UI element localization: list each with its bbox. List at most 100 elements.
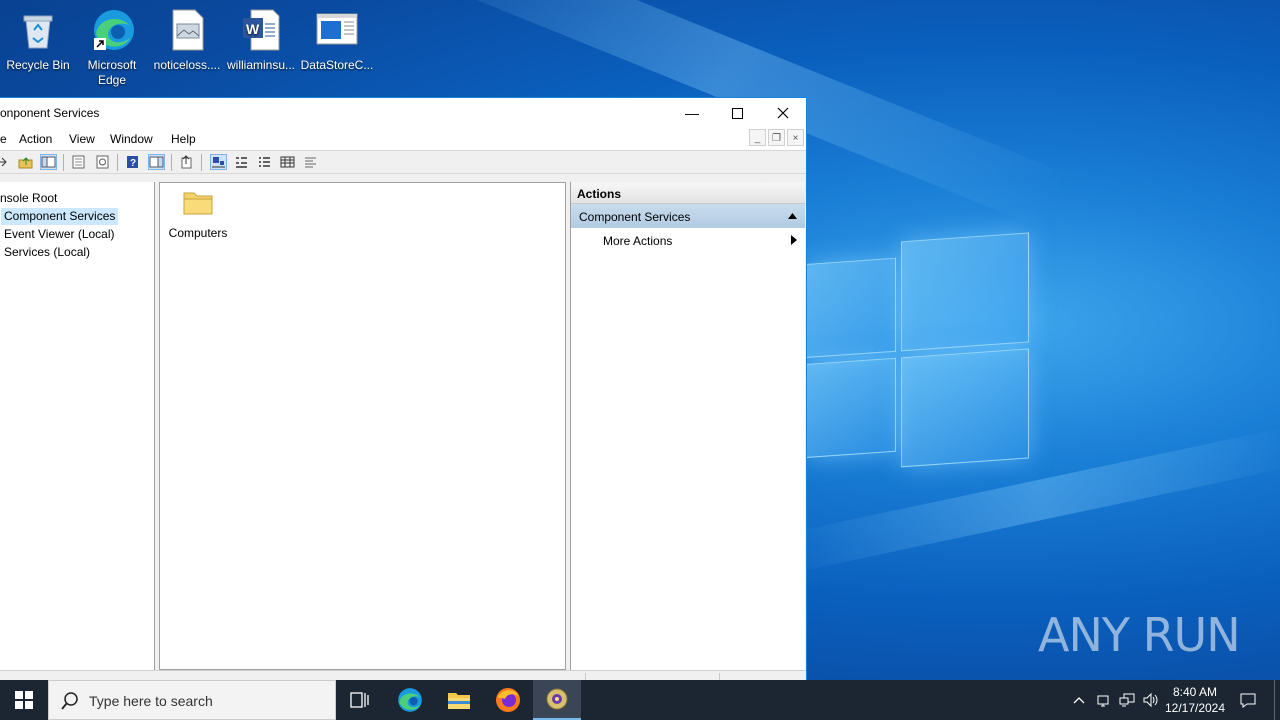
datastore-desktop-icon[interactable]: DataStoreC... [299,4,375,73]
properties-icon [72,155,85,169]
tree-item-console-root[interactable]: nsole Root [0,190,60,207]
icon-label: williaminsu... [226,58,295,72]
help-icon: ? [127,156,138,169]
mdi-restore-button[interactable]: ❐ [768,129,785,146]
taskbar-component-services[interactable] [533,680,581,720]
search-placeholder: Type here to search [89,693,213,709]
help-button[interactable]: ? [124,154,141,170]
component-services-window[interactable]: onponent Services — e Action View Window… [0,97,807,691]
large-icons-icon [212,157,225,168]
folder-up-icon [18,157,33,169]
show-hide-action-pane-button[interactable] [148,154,165,170]
chevron-up-icon [1073,697,1085,704]
mdi-controls: _ ❐ × [749,129,804,146]
windows-logo-wallpaper [806,224,1030,480]
anyrun-watermark: ANY RUN [1038,608,1241,662]
computers-item[interactable]: Computers [166,187,230,240]
action-center-button[interactable] [1234,680,1262,720]
collapse-arrow-icon [788,213,797,219]
williaminsu-desktop-icon[interactable]: W williaminsu... [223,4,299,73]
recycle-bin-icon [16,8,60,52]
taskbar-file-explorer[interactable] [435,680,483,720]
minimize-icon: — [685,105,699,121]
tree-pane-icon [41,156,56,168]
menu-bar: e Action View Window Help _ ❐ × [0,128,806,150]
menu-window[interactable]: Window [110,132,153,146]
word-document-icon: W [239,8,283,52]
export-list-button[interactable] [178,154,195,170]
actions-section-component-services[interactable]: Component Services [571,204,805,228]
tree-item-component-services[interactable]: Component Services [1,208,119,225]
notification-icon [1240,693,1256,708]
volume-button[interactable] [1140,680,1162,720]
menu-help[interactable]: Help [171,132,196,146]
refresh-icon [96,155,109,169]
maximize-button[interactable] [714,98,760,128]
icon-label: Microsoft Edge [87,58,137,87]
windows-start-icon [15,691,33,709]
task-view-button[interactable] [336,680,384,720]
list-view-button[interactable] [256,154,273,170]
details-icon [280,156,295,168]
network-button[interactable] [1116,680,1138,720]
start-button[interactable] [0,680,48,720]
small-icons-icon [236,157,247,168]
component-services-icon [546,688,568,710]
title-bar[interactable]: onponent Services — [0,98,806,128]
maximize-icon [731,107,743,119]
properties-button[interactable] [70,154,87,170]
svg-text:?: ? [130,158,136,169]
device-icon [1097,695,1109,707]
menu-file[interactable]: e [0,132,7,146]
noticeloss-desktop-icon[interactable]: noticeloss.... [149,4,225,73]
export-icon [181,155,192,169]
console-body: nsole Root Component Services Event View… [0,182,806,670]
taskbar: Type here to search 8:40 AM 12/17/2024 [0,680,1280,720]
computers-label: Computers [168,226,228,240]
show-hidden-icons-button[interactable] [1068,680,1090,720]
submenu-arrow-icon [791,235,797,245]
small-icons-view-button[interactable] [233,154,250,170]
mdi-minimize-button[interactable]: _ [749,129,766,146]
large-icons-view-button[interactable] [210,154,227,170]
console-tree: nsole Root Component Services Event View… [0,182,155,670]
network-icon [1119,693,1135,707]
detail-view-button[interactable] [279,154,296,170]
mdi-close-button[interactable]: × [787,129,804,146]
forward-button[interactable] [0,154,9,170]
close-icon [777,107,789,119]
folder-icon [448,693,470,709]
customize-view-button[interactable] [302,154,319,170]
menu-action[interactable]: Action [19,132,52,146]
toolbar: ? [0,150,806,174]
clock-date: 12/17/2024 [1164,701,1226,715]
recycle-bin-desktop-icon[interactable]: Recycle Bin [0,4,76,73]
edge-icon [90,8,134,52]
taskbar-edge[interactable] [386,680,434,720]
close-button[interactable] [760,98,806,128]
menu-view[interactable]: View [69,132,95,146]
icon-label: noticeloss.... [153,58,221,72]
tree-item-event-viewer[interactable]: Event Viewer (Local) [1,226,118,243]
search-icon [61,692,78,710]
svg-text:W: W [246,21,260,37]
taskbar-clock[interactable]: 8:40 AM 12/17/2024 [1160,684,1230,716]
folder-icon [183,192,213,215]
taskbar-search-box[interactable]: Type here to search [48,680,336,720]
tree-item-services[interactable]: Services (Local) [1,244,93,261]
more-actions-label: More Actions [603,234,673,248]
icon-label: Recycle Bin [6,58,70,72]
show-desktop-button[interactable] [1274,680,1275,720]
more-actions-item[interactable]: More Actions [571,228,805,252]
refresh-button[interactable] [94,154,111,170]
actions-pane: Actions Component Services More Actions [570,182,805,670]
minimize-button[interactable]: — [669,98,715,128]
firefox-icon [496,688,520,712]
window-title: onponent Services [0,106,100,120]
show-hide-tree-button[interactable] [40,154,57,170]
tray-device-button[interactable] [1092,680,1114,720]
edge-desktop-icon[interactable]: Microsoft Edge [74,4,150,88]
up-one-level-button[interactable] [17,154,34,170]
customize-icon [305,157,316,168]
taskbar-firefox[interactable] [484,680,532,720]
